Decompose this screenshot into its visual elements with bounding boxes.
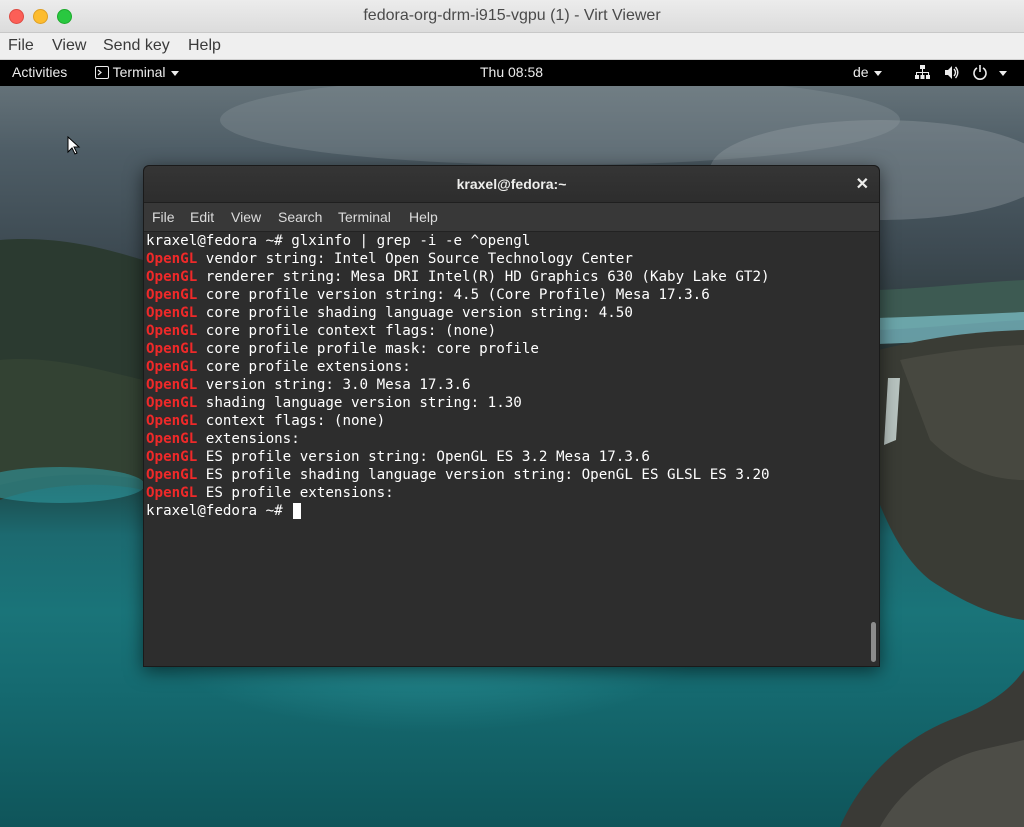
output-line: OpenGL core profile profile mask: core p… xyxy=(146,341,539,357)
output-line: OpenGL ES profile extensions: xyxy=(146,485,394,501)
volume-icon xyxy=(945,66,959,79)
command-line: kraxel@fedora ~# glxinfo | grep -i -e ^o… xyxy=(146,232,530,250)
chevron-down-icon xyxy=(999,71,1007,76)
text-cursor xyxy=(293,503,302,519)
close-icon[interactable]: ✕ xyxy=(856,174,869,194)
mouse-cursor-icon xyxy=(67,136,81,155)
output-line: OpenGL core profile extensions: xyxy=(146,359,411,375)
output-line: OpenGL core profile version string: 4.5 … xyxy=(146,287,710,303)
terminal-menu-help[interactable]: Help xyxy=(409,209,438,225)
output-line: OpenGL core profile context flags: (none… xyxy=(146,323,497,339)
viewer-menu-view[interactable]: View xyxy=(52,37,86,55)
keyboard-layout-label: de xyxy=(853,64,869,80)
terminal-scrollbar[interactable] xyxy=(867,232,879,666)
clock[interactable]: Thu 08:58 xyxy=(480,64,543,80)
terminal-window[interactable]: kraxel@fedora:~ ✕ File Edit View Search … xyxy=(143,165,880,667)
viewer-menu-send-key[interactable]: Send key xyxy=(103,37,170,55)
output-line: OpenGL vendor string: Intel Open Source … xyxy=(146,251,633,267)
network-icon xyxy=(915,65,930,79)
gnome-top-bar: Activities Terminal Thu 08:58 de xyxy=(0,60,1024,86)
guest-desktop[interactable]: Activities Terminal Thu 08:58 de kraxel@… xyxy=(0,60,1024,827)
output-line: OpenGL context flags: (none) xyxy=(146,413,386,429)
viewer-menu-file[interactable]: File xyxy=(8,37,34,55)
output-line: OpenGL extensions: xyxy=(146,431,300,447)
prompt: kraxel@fedora ~# xyxy=(146,503,292,519)
output-line: OpenGL ES profile version string: OpenGL… xyxy=(146,449,650,465)
terminal-app-icon xyxy=(95,66,109,79)
viewer-menu-help[interactable]: Help xyxy=(188,37,221,55)
viewer-menubar: File View Send key Help xyxy=(0,33,1024,60)
output-line: OpenGL ES profile shading language versi… xyxy=(146,467,770,483)
system-menu[interactable] xyxy=(915,65,1011,84)
terminal-menu-file[interactable]: File xyxy=(152,209,175,225)
output-line: OpenGL version string: 3.0 Mesa 17.3.6 xyxy=(146,377,471,393)
terminal-menu-terminal[interactable]: Terminal xyxy=(338,209,391,225)
terminal-menu-search[interactable]: Search xyxy=(278,209,322,225)
output-line: OpenGL shading language version string: … xyxy=(146,395,522,411)
terminal-title: kraxel@fedora:~ xyxy=(456,176,567,192)
terminal-menu-edit[interactable]: Edit xyxy=(190,209,214,225)
scrollbar-thumb[interactable] xyxy=(871,622,876,662)
prompt-line[interactable]: kraxel@fedora ~# xyxy=(146,502,302,520)
host-window-title: fedora-org-drm-i915-vgpu (1) - Virt View… xyxy=(363,7,661,24)
keyboard-layout-indicator[interactable]: de xyxy=(853,64,882,80)
terminal-menubar: File Edit View Search Terminal Help xyxy=(144,203,879,232)
terminal-output[interactable]: kraxel@fedora ~# glxinfo | grep -i -e ^o… xyxy=(144,232,867,666)
chevron-down-icon xyxy=(873,70,882,76)
output-line: OpenGL renderer string: Mesa DRI Intel(R… xyxy=(146,269,770,285)
command: glxinfo | grep -i -e ^opengl xyxy=(291,233,531,249)
system-tray-icons xyxy=(915,65,1007,80)
terminal-titlebar[interactable]: kraxel@fedora:~ ✕ xyxy=(144,166,879,203)
app-menu-label: Terminal xyxy=(112,64,166,80)
chevron-down-icon xyxy=(170,70,179,76)
power-icon xyxy=(973,65,987,80)
output-line: OpenGL core profile shading language ver… xyxy=(146,305,633,321)
activities-button[interactable]: Activities xyxy=(12,64,67,80)
prompt: kraxel@fedora ~# xyxy=(146,233,292,249)
terminal-menu-view[interactable]: View xyxy=(231,209,261,225)
host-titlebar: fedora-org-drm-i915-vgpu (1) - Virt View… xyxy=(0,0,1024,33)
app-menu-button[interactable]: Terminal xyxy=(95,64,179,80)
